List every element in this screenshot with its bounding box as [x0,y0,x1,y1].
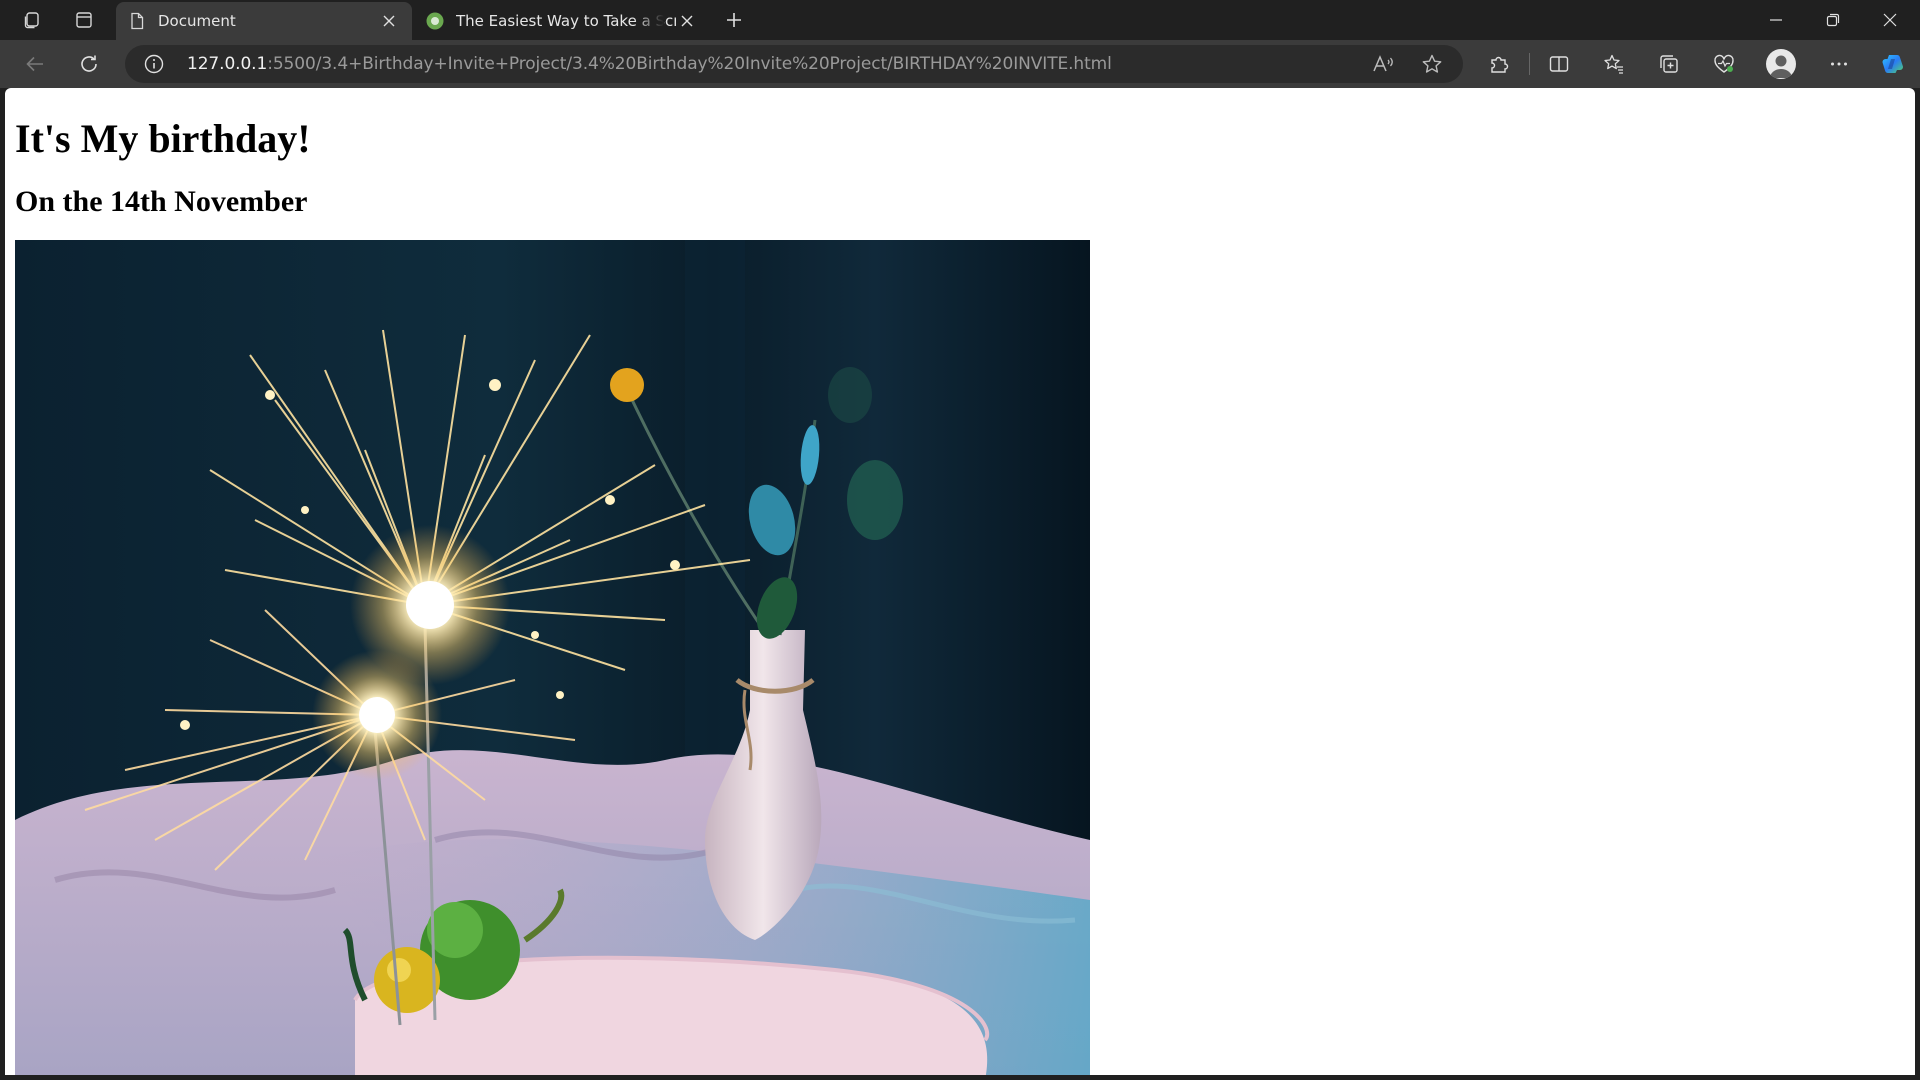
new-tab-button[interactable] [716,6,752,34]
browser-essentials-button[interactable] [1707,48,1741,80]
browser-toolbar: 127.0.0.1:5500/3.4+Birthday+Invite+Proje… [0,40,1920,88]
document-icon [128,12,146,30]
tab-close-button[interactable] [378,10,400,32]
tab-strip: Document The Easiest Way to Take a Scree… [0,0,1920,40]
back-button[interactable] [18,48,52,80]
settings-menu-button[interactable] [1822,48,1856,80]
tab-screenshot-article[interactable]: The Easiest Way to Take a Screenshot [414,2,710,40]
collections-icon [1660,55,1678,73]
page-heading: It's My birthday! [15,116,311,161]
read-aloud-button[interactable] [1371,53,1395,75]
page-subheading: On the 14th November [15,185,308,218]
puzzle-icon [1491,56,1509,73]
read-aloud-icon [1373,55,1393,72]
page-content: It's My birthday! On the 14th November [5,117,1915,1075]
minimize-button[interactable] [1748,0,1804,40]
refresh-icon [81,55,97,72]
site-favicon-icon [426,12,444,30]
collections-button[interactable] [1652,48,1686,80]
more-icon [1831,62,1847,66]
workspaces-button[interactable] [14,6,50,34]
restore-button[interactable] [1805,0,1861,40]
birthday-sparkler-image [15,239,1090,1075]
minimize-icon [1770,19,1782,21]
copilot-button[interactable] [1876,48,1910,80]
favorite-button[interactable] [1420,53,1444,75]
tab-close-button[interactable] [676,10,698,32]
site-info-icon[interactable] [143,53,165,75]
star-icon [1422,54,1442,73]
user-icon [1770,55,1792,78]
extensions-button[interactable] [1482,48,1516,80]
restore-icon [1826,13,1840,27]
close-icon [383,15,395,27]
favorites-list-icon [1604,54,1623,74]
refresh-button[interactable] [72,48,106,80]
url-host: 127.0.0.1 [187,54,268,74]
vertical-tabs-icon [76,12,92,28]
favorites-button[interactable] [1597,48,1631,80]
close-icon [1883,13,1897,27]
split-screen-icon [1549,56,1569,72]
split-screen-button[interactable] [1542,48,1576,80]
heart-pulse-icon [1714,54,1734,73]
close-window-button[interactable] [1862,0,1918,40]
workspaces-icon [24,12,39,29]
profile-avatar[interactable] [1766,49,1796,79]
copilot-icon [1882,55,1903,73]
plus-icon [727,13,741,27]
url-text[interactable]: 127.0.0.1:5500/3.4+Birthday+Invite+Proje… [187,54,1112,74]
arrow-left-icon [26,56,43,72]
page-viewport: It's My birthday! On the 14th November [5,88,1915,1075]
tab-actions-button[interactable] [66,6,102,34]
close-icon [681,15,693,27]
address-bar[interactable]: 127.0.0.1:5500/3.4+Birthday+Invite+Proje… [125,45,1463,83]
url-path: :5500/3.4+Birthday+Invite+Project/3.4%20… [267,54,1112,74]
tab-title: Document [158,12,236,30]
tab-document[interactable]: Document [116,2,412,40]
